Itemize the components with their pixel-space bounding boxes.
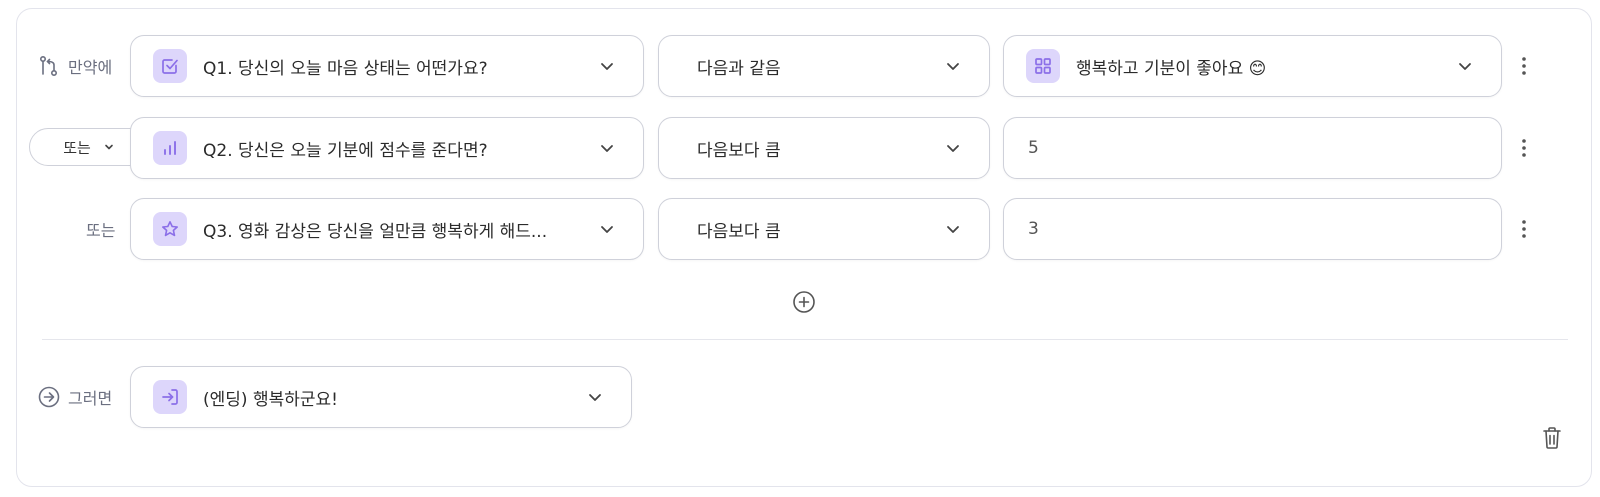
- plus-circle-icon: [793, 291, 815, 313]
- chevron-down-icon: [947, 145, 959, 152]
- condition-2-value-input[interactable]: [1028, 138, 1473, 158]
- condition-1-operator-select[interactable]: 다음과 같음: [658, 35, 990, 97]
- condition-3-operator-label: 다음보다 큼: [697, 221, 781, 242]
- if-label: 만약에: [68, 58, 113, 77]
- chevron-down-icon: [601, 63, 613, 70]
- condition-2-question-label: Q2. 당신은 오늘 기분에 점수를 준다면?: [203, 140, 488, 161]
- delete-rule-button[interactable]: [1542, 426, 1562, 454]
- condition-3-value-input[interactable]: [1028, 219, 1473, 239]
- arrow-right-circle-icon: [38, 386, 60, 408]
- chevron-down-icon: [589, 394, 601, 401]
- condition-1-question-select[interactable]: Q1. 당신의 오늘 마음 상태는 어떤가요?: [130, 35, 644, 97]
- then-target-select[interactable]: (엔딩) 행복하군요!: [130, 366, 632, 428]
- condition-1-value-select[interactable]: 행복하고 기분이 좋아요 😊: [1003, 35, 1502, 97]
- jump-icon: [153, 380, 187, 414]
- then-label: 그러면: [68, 389, 113, 408]
- condition-3-more-icon[interactable]: [1514, 214, 1534, 244]
- chevron-down-icon: [1459, 63, 1471, 70]
- condition-1-operator-label: 다음과 같음: [697, 58, 781, 79]
- grid-icon: [1026, 49, 1060, 83]
- chevron-down-icon: [104, 144, 113, 150]
- condition-3-question-label: Q3. 영화 감상은 당신을 얼만큼 행복하게 해드...: [203, 221, 548, 242]
- trash-icon: [1543, 427, 1561, 449]
- then-label-group: 그러면: [38, 366, 112, 428]
- condition-3-connector-label: 또는: [86, 221, 116, 240]
- chevron-down-icon: [947, 226, 959, 233]
- condition-1-value-label: 행복하고 기분이 좋아요 😊: [1076, 58, 1267, 79]
- chevron-down-icon: [601, 145, 613, 152]
- chevron-down-icon: [601, 226, 613, 233]
- bar-chart-icon: [153, 131, 187, 165]
- then-target-label: (엔딩) 행복하군요!: [203, 389, 338, 410]
- star-icon: [153, 212, 187, 246]
- condition-3-operator-select[interactable]: 다음보다 큼: [658, 198, 990, 260]
- condition-3-connector: 또는: [86, 198, 115, 260]
- chevron-down-icon: [947, 63, 959, 70]
- condition-3-value-field[interactable]: [1003, 198, 1502, 260]
- checkbox-icon: [153, 49, 187, 83]
- if-label-group: 만약에: [38, 35, 112, 97]
- section-divider: [42, 339, 1568, 340]
- branch-icon: [39, 55, 58, 77]
- condition-2-connector-label: 또는: [63, 138, 91, 157]
- condition-2-value-field[interactable]: [1003, 117, 1502, 179]
- condition-3-question-select[interactable]: Q3. 영화 감상은 당신을 얼만큼 행복하게 해드...: [130, 198, 644, 260]
- condition-1-more-icon[interactable]: [1514, 51, 1534, 81]
- condition-2-operator-select[interactable]: 다음보다 큼: [658, 117, 990, 179]
- condition-2-operator-label: 다음보다 큼: [697, 140, 781, 161]
- condition-1-question-label: Q1. 당신의 오늘 마음 상태는 어떤가요?: [203, 58, 488, 79]
- condition-2-question-select[interactable]: Q2. 당신은 오늘 기분에 점수를 준다면?: [130, 117, 644, 179]
- add-condition-button[interactable]: [792, 290, 816, 318]
- condition-2-more-icon[interactable]: [1514, 133, 1534, 163]
